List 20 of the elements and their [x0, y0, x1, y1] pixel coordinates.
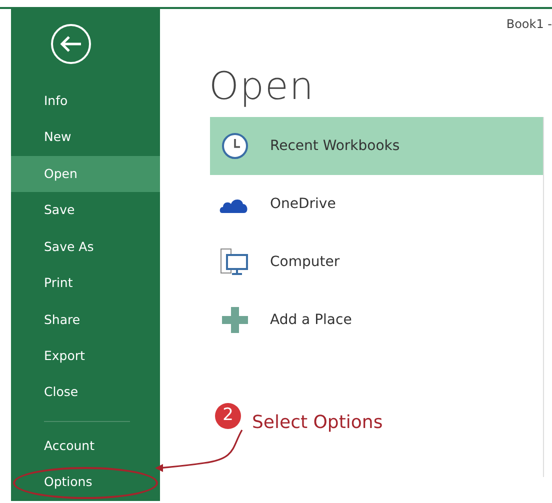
sidebar-item[interactable]: Options	[11, 464, 160, 501]
place-item[interactable]: Add a Place	[210, 291, 543, 349]
sidebar-item[interactable]: Print	[11, 265, 160, 302]
sidebar-item[interactable]: Save	[11, 192, 160, 229]
place-item[interactable]: OneDrive	[210, 175, 543, 233]
sidebar-item[interactable]: Close	[11, 374, 160, 412]
sidebar-item[interactable]: Export	[11, 338, 160, 375]
sidebar-item[interactable]: Save As	[11, 228, 160, 266]
sidebar-item[interactable]: Share	[11, 302, 160, 338]
window-title: Book1 -	[506, 16, 552, 33]
sidebar-item[interactable]: Account	[11, 428, 160, 465]
place-item[interactable]: Computer	[210, 233, 543, 291]
place-item[interactable]: Recent Workbooks	[210, 117, 543, 175]
page-heading: Open	[209, 67, 316, 105]
back-button[interactable]	[50, 23, 92, 65]
sidebar-item[interactable]: Open	[11, 156, 160, 192]
sidebar-item[interactable]: New	[11, 119, 160, 156]
step-badge: 2	[215, 403, 241, 429]
annotation-text: Select Options	[252, 411, 383, 435]
sidebar-item[interactable]: Info	[11, 83, 160, 120]
